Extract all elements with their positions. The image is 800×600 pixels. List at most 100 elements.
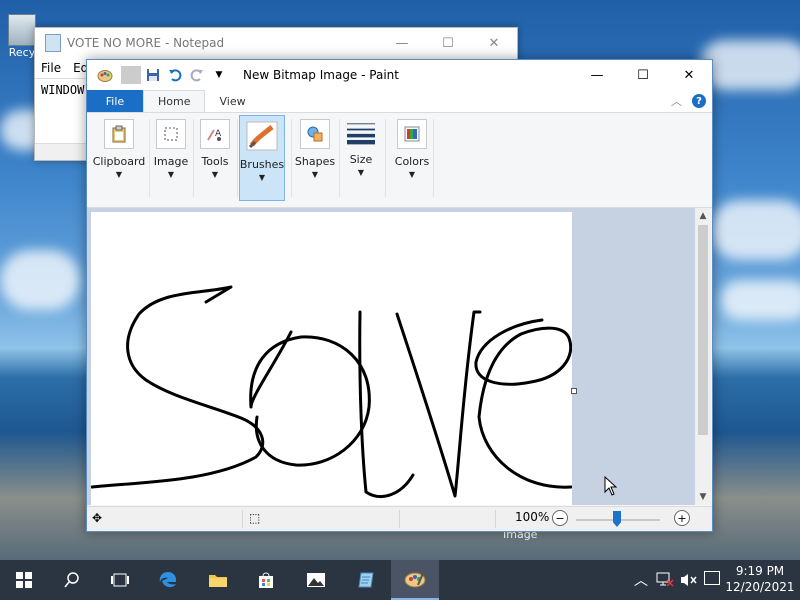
notepad-icon — [45, 34, 61, 52]
chevron-down-icon: ▼ — [211, 170, 219, 179]
redo-icon[interactable] — [187, 66, 207, 84]
chevron-down-icon: ▼ — [311, 170, 319, 179]
image-label: Image — [153, 155, 189, 168]
notifications-icon[interactable] — [704, 571, 720, 585]
taskbar: ︿ 9:19 PM 12/20/2021 — [0, 560, 800, 600]
network-disconnected-icon — [656, 572, 674, 587]
clock-time: 9:19 PM — [735, 564, 785, 578]
colors-group-button[interactable]: Colors ▼ — [389, 115, 435, 199]
notepad-title: VOTE NO MORE - Notepad — [67, 36, 225, 50]
tab-home[interactable]: Home — [143, 90, 206, 112]
shapes-icon — [300, 119, 330, 149]
tools-icon: A — [200, 119, 230, 149]
store-icon — [259, 572, 273, 588]
collapse-ribbon-icon[interactable]: ︿ — [671, 93, 682, 109]
paint-titlebar[interactable]: ▼ New Bitmap Image - Paint — ☐ ✕ — [87, 60, 712, 90]
show-hidden-icons-button[interactable]: ︿ — [634, 560, 648, 600]
scroll-up-icon[interactable]: ▲ — [695, 208, 711, 224]
photos-icon — [307, 573, 325, 587]
zoom-out-button[interactable]: − — [552, 510, 568, 526]
tab-view[interactable]: View — [205, 91, 259, 112]
paint-app-icon[interactable] — [95, 66, 115, 84]
notepad-icon — [358, 572, 374, 588]
edge-icon — [159, 572, 177, 588]
edge-taskbar-button[interactable] — [144, 560, 192, 600]
help-icon[interactable]: ? — [692, 94, 706, 108]
tools-label: Tools — [201, 155, 229, 168]
task-view-button[interactable] — [96, 560, 144, 600]
size-label: Size — [349, 153, 373, 166]
undo-icon[interactable] — [165, 66, 185, 84]
mouse-pointer-icon — [604, 476, 618, 496]
start-button[interactable] — [0, 560, 48, 600]
size-group-button[interactable]: Size ▼ — [341, 115, 381, 199]
notepad-minimize-button[interactable]: — — [379, 36, 425, 51]
colors-icon — [397, 119, 427, 149]
clock[interactable]: 9:19 PM 12/20/2021 — [724, 563, 796, 595]
colors-label: Colors — [394, 155, 430, 168]
ribbon-tabs: File Home View ︿ ? — [87, 90, 712, 112]
notepad-maximize-button[interactable]: ☐ — [425, 36, 471, 51]
zoom-in-button[interactable]: + — [674, 510, 690, 526]
shapes-label: Shapes — [294, 155, 336, 168]
volume-tray-button[interactable] — [680, 560, 698, 600]
notepad-titlebar[interactable]: VOTE NO MORE - Notepad — ☐ ✕ — [35, 28, 517, 58]
windows-icon — [16, 572, 32, 588]
chevron-down-icon: ▼ — [115, 170, 123, 179]
scroll-down-icon[interactable]: ▼ — [695, 489, 711, 505]
quick-access-toolbar: ▼ — [95, 66, 231, 84]
chevron-down-icon: ▼ — [408, 170, 416, 179]
clipboard-group-button[interactable]: Clipboard ▼ — [91, 115, 147, 199]
paint-minimize-button[interactable]: — — [574, 60, 620, 90]
paint-window[interactable]: ▼ New Bitmap Image - Paint — ☐ ✕ File Ho… — [86, 59, 713, 532]
cloud — [710, 200, 800, 260]
folder-icon — [209, 575, 227, 587]
chevron-down-icon: ▼ — [258, 173, 266, 182]
search-icon — [64, 572, 79, 588]
zoom-slider-thumb[interactable] — [613, 511, 621, 527]
cloud — [0, 250, 80, 310]
paint-taskbar-button[interactable] — [391, 560, 439, 600]
notepad-close-button[interactable]: ✕ — [471, 36, 517, 51]
paint-maximize-button[interactable]: ☐ — [620, 60, 666, 90]
brushes-group-button[interactable]: Brushes ▼ — [239, 115, 285, 201]
paint-close-button[interactable]: ✕ — [666, 60, 712, 90]
clipboard-icon — [104, 119, 134, 149]
select-icon — [156, 119, 186, 149]
paint-icon — [404, 570, 426, 588]
status-bar: ✥ ⬚ 100% − + — [87, 506, 712, 531]
tools-group-button[interactable]: A Tools ▼ — [195, 115, 235, 199]
store-taskbar-button[interactable] — [242, 560, 290, 600]
image-group-button[interactable]: Image ▼ — [151, 115, 191, 199]
canvas-drawing — [90, 285, 573, 498]
selection-size-icon: ⬚ — [249, 511, 261, 525]
shapes-group-button[interactable]: Shapes ▼ — [295, 115, 335, 199]
chevron-down-icon: ▼ — [357, 168, 365, 177]
vertical-scrollbar[interactable]: ▲ ▼ — [695, 208, 711, 505]
cloud — [720, 280, 800, 320]
tab-file[interactable]: File — [87, 90, 143, 112]
canvas-resize-handle[interactable] — [571, 388, 577, 394]
save-icon[interactable] — [143, 66, 163, 84]
search-button[interactable] — [48, 560, 96, 600]
zoom-level: 100% — [515, 510, 550, 524]
paint-title: New Bitmap Image - Paint — [243, 68, 399, 82]
canvas-workspace[interactable] — [87, 208, 695, 505]
cloud — [700, 40, 800, 90]
chevron-up-icon: ︿ — [634, 573, 648, 589]
volume-muted-icon — [681, 574, 697, 586]
photos-taskbar-button[interactable] — [292, 560, 340, 600]
notepad-taskbar-button[interactable] — [342, 560, 390, 600]
clock-date: 12/20/2021 — [725, 580, 795, 594]
drawing-canvas[interactable] — [90, 212, 573, 505]
scrollbar-thumb[interactable] — [698, 225, 708, 435]
customize-qat-dropdown-icon[interactable]: ▼ — [209, 66, 229, 84]
clipboard-label: Clipboard — [92, 155, 146, 168]
task-view-icon — [111, 573, 129, 587]
file-explorer-taskbar-button[interactable] — [194, 560, 242, 600]
notepad-menu-file[interactable]: File — [41, 61, 61, 75]
network-tray-button[interactable] — [656, 560, 674, 600]
ribbon-home: Clipboard ▼ Image ▼ A Tools ▼ Brushes ▼ — [87, 112, 712, 208]
brush-icon — [245, 120, 279, 152]
size-icon — [347, 119, 375, 147]
